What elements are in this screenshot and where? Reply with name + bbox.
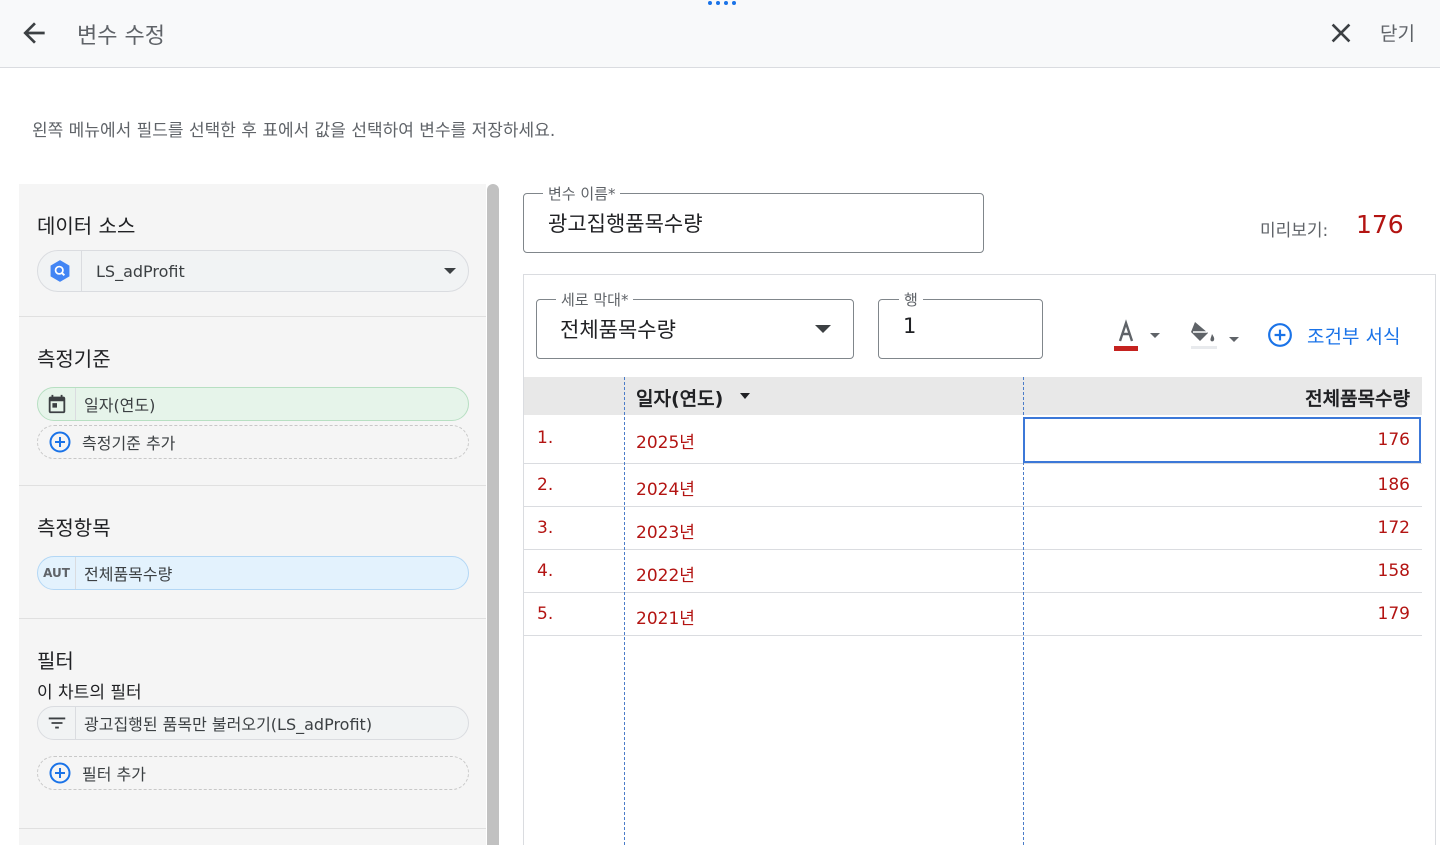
field-panel: 데이터 소스 LS_adProfit 측정기준 일자(연도) 측정기준 추가 측… <box>19 184 486 845</box>
calendar-icon <box>38 388 76 420</box>
metric-chip[interactable]: AUT 전체품목수량 <box>37 556 469 590</box>
data-source-select[interactable]: LS_adProfit <box>37 250 469 292</box>
filter-subtitle: 이 차트의 필터 <box>37 683 142 703</box>
variable-name-label: 변수 이름* <box>543 183 621 204</box>
row-input[interactable]: 행 1 <box>878 289 1043 359</box>
preview-value: 176 <box>1356 210 1404 239</box>
add-dimension-label: 측정기준 추가 <box>82 434 176 453</box>
add-circle-icon[interactable] <box>1267 322 1293 348</box>
back-arrow-icon[interactable] <box>18 17 50 49</box>
panel-scrollbar[interactable] <box>487 184 499 845</box>
data-source-section: 데이터 소스 LS_adProfit <box>19 184 486 317</box>
row-date[interactable]: 2025년 <box>636 428 695 453</box>
variable-name-value: 광고집행품목수량 <box>548 212 703 236</box>
fill-color-caret-icon[interactable] <box>1229 337 1239 342</box>
drag-handle[interactable] <box>708 1 736 5</box>
add-filter-label: 필터 추가 <box>82 765 146 784</box>
sort-caret-icon[interactable] <box>740 393 750 399</box>
row-value[interactable]: 179 <box>1378 604 1410 624</box>
row-divider <box>524 463 1422 464</box>
filter-chip[interactable]: 광고집행된 품목만 불러오기(LS_adProfit) <box>37 706 469 740</box>
dimension-section: 측정기준 일자(연도) 측정기준 추가 <box>19 317 486 486</box>
metric-chip-label: 전체품목수량 <box>84 565 173 584</box>
filter-title: 필터 <box>37 649 74 673</box>
selected-cell[interactable] <box>1023 417 1421 463</box>
row-divider <box>524 549 1422 550</box>
value-column-header: 전체품목수량 <box>1305 388 1410 410</box>
data-source-value: LS_adProfit <box>96 261 185 281</box>
instruction-text: 왼쪽 메뉴에서 필드를 선택한 후 표에서 값을 선택하여 변수를 저장하세요. <box>32 121 556 141</box>
row-input-label: 행 <box>899 289 923 310</box>
column-select[interactable]: 세로 막대* 전체품목수량 <box>536 289 854 359</box>
text-color-caret-icon[interactable] <box>1150 333 1160 338</box>
fill-color-icon[interactable] <box>1189 318 1221 352</box>
row-index: 5. <box>537 604 554 624</box>
close-icon[interactable] <box>1325 17 1357 49</box>
conditional-format-button[interactable]: 조건부 서식 <box>1307 322 1400 349</box>
table-preview-frame <box>523 274 1436 845</box>
chevron-down-icon <box>815 325 831 333</box>
filter-icon <box>38 707 76 739</box>
row-value[interactable]: 172 <box>1378 518 1410 538</box>
column-select-value: 전체품목수량 <box>560 318 676 342</box>
add-dimension-button[interactable]: 측정기준 추가 <box>37 425 469 459</box>
row-index: 4. <box>537 561 554 581</box>
add-filter-button[interactable]: 필터 추가 <box>37 756 469 790</box>
row-date[interactable]: 2024년 <box>636 475 695 500</box>
dimension-chip[interactable]: 일자(연도) <box>37 387 469 421</box>
row-date[interactable]: 2022년 <box>636 561 695 586</box>
row-divider <box>524 635 1422 636</box>
row-divider <box>524 592 1422 593</box>
dimension-chip-label: 일자(연도) <box>84 396 156 415</box>
row-divider <box>524 506 1422 507</box>
row-index: 2. <box>537 475 554 495</box>
metric-title: 측정항목 <box>37 516 111 540</box>
chevron-down-icon <box>444 268 456 274</box>
data-source-title: 데이터 소스 <box>37 214 136 238</box>
row-index: 3. <box>537 518 554 538</box>
variable-name-field[interactable]: 변수 이름* 광고집행품목수량 <box>523 183 984 253</box>
add-circle-icon <box>38 426 82 458</box>
close-button[interactable]: 닫기 <box>1380 19 1415 46</box>
filter-chip-label: 광고집행된 품목만 불러오기(LS_adProfit) <box>84 715 373 734</box>
filter-section: 필터 이 차트의 필터 광고집행된 품목만 불러오기(LS_adProfit) … <box>19 619 486 829</box>
row-value[interactable]: 186 <box>1378 475 1410 495</box>
add-circle-icon <box>38 757 82 789</box>
text-color-icon[interactable] <box>1112 319 1140 353</box>
page-title: 변수 수정 <box>77 24 165 49</box>
date-column-header[interactable]: 일자(연도) <box>636 384 723 411</box>
dialog-header: 변수 수정 닫기 <box>0 0 1440 68</box>
row-index: 1. <box>537 428 554 448</box>
row-value[interactable]: 158 <box>1378 561 1410 581</box>
dimension-title: 측정기준 <box>37 347 111 371</box>
row-date[interactable]: 2021년 <box>636 604 695 629</box>
row-input-value: 1 <box>903 314 917 338</box>
aggregation-badge: AUT <box>38 557 76 589</box>
row-date[interactable]: 2023년 <box>636 518 695 543</box>
bigquery-icon <box>38 251 82 291</box>
column-divider <box>624 377 625 845</box>
metric-section: 측정항목 AUT 전체품목수량 <box>19 486 486 619</box>
column-select-label: 세로 막대* <box>556 289 634 310</box>
preview-label: 미리보기: <box>1260 221 1329 241</box>
